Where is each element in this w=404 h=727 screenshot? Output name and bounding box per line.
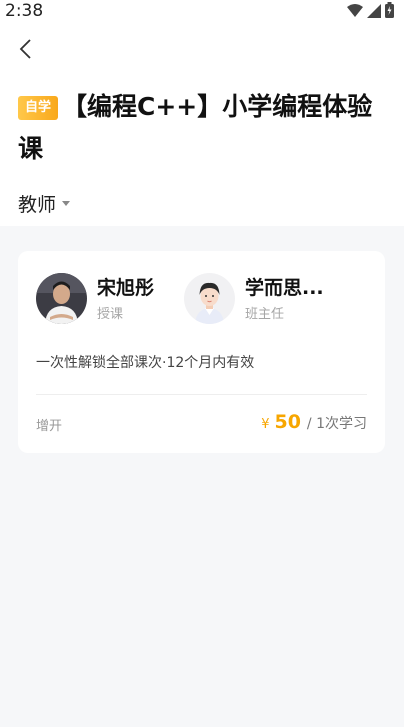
status-time: 2:38 <box>5 1 44 21</box>
divider <box>36 394 367 395</box>
teacher-info: 宋旭彤 授课 <box>97 276 154 322</box>
course-type-badge: 自学 <box>18 96 59 120</box>
price-currency: ¥ <box>261 417 270 432</box>
course-title: 【编程C++】小学编程体验课 <box>18 92 373 163</box>
wifi-icon <box>347 3 363 22</box>
course-title-block: 自学 【编程C++】小学编程体验课 <box>18 86 388 170</box>
teacher-role: 授课 <box>97 306 124 322</box>
head-teacher-info: 学而思... 班主任 <box>245 276 324 322</box>
teacher-name: 宋旭彤 <box>97 276 155 299</box>
head-teacher-role: 班主任 <box>245 306 285 322</box>
head-teacher-name: 学而思... <box>245 276 324 299</box>
teacher-item: 宋旭彤 授课 <box>36 273 154 324</box>
teacher-filter-dropdown[interactable]: 教师 <box>18 190 71 217</box>
signal-icon <box>367 3 381 22</box>
price-block: ¥ 50 / 1次学习 <box>261 411 367 433</box>
caret-down-icon <box>62 201 71 206</box>
price-unit: / 1次学习 <box>306 416 367 432</box>
back-button[interactable] <box>10 36 40 66</box>
course-class-card[interactable]: 宋旭彤 授课 学而思... 班主任 一次性解锁全部课次·12个月内有效 增开 ¥… <box>18 251 385 453</box>
status-icons <box>347 2 394 22</box>
extra-session-label: 增开 <box>36 419 63 434</box>
teacher-filter-label: 教师 <box>18 194 57 216</box>
teacher-avatar <box>36 273 87 324</box>
head-teacher-avatar <box>184 273 235 324</box>
price-amount: 50 <box>274 411 301 433</box>
header-area: 2:38 自学 【编程C++】小学编程体验课 教师 <box>0 0 404 226</box>
chevron-left-icon <box>18 38 32 64</box>
course-description: 一次性解锁全部课次·12个月内有效 <box>36 355 255 371</box>
head-teacher-item: 学而思... 班主任 <box>184 273 324 324</box>
status-bar: 2:38 <box>0 0 404 24</box>
battery-icon <box>385 2 394 22</box>
